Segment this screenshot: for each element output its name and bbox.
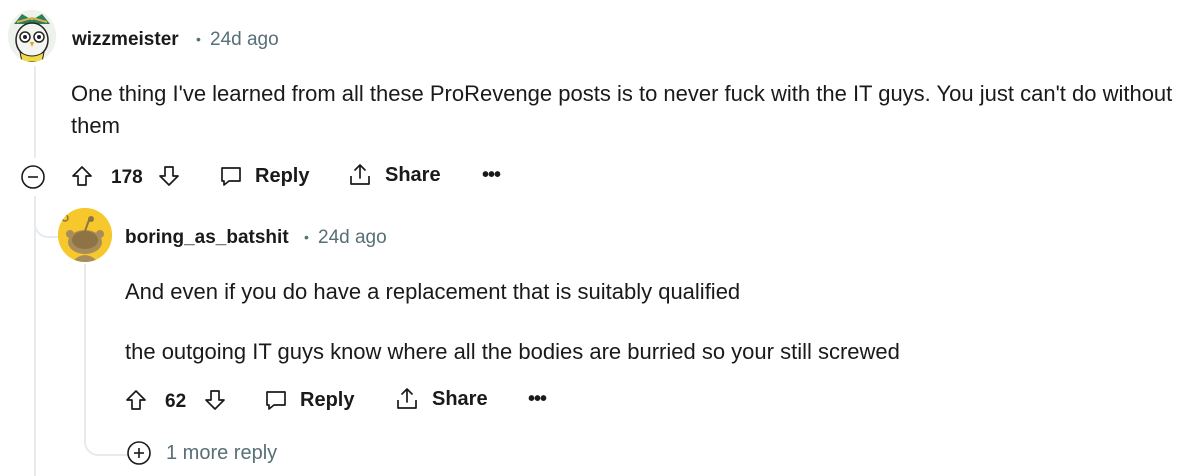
share-label: Share — [432, 387, 488, 410]
share-icon — [347, 162, 373, 188]
thread-connector-reply — [84, 420, 128, 456]
thread-connector — [34, 196, 60, 238]
share-button[interactable]: Share — [347, 162, 441, 188]
downvote-button[interactable] — [203, 388, 227, 412]
reply-label: Reply — [255, 164, 310, 187]
more-replies-button[interactable]: 1 more reply — [126, 440, 277, 466]
comment-paragraph: One thing I've learned from all these Pr… — [71, 81, 1173, 138]
share-icon — [394, 386, 420, 412]
downvote-arrow-icon — [157, 164, 181, 188]
comment-paragraph: the outgoing IT guys know where all the … — [125, 339, 900, 364]
reply-label: Reply — [300, 388, 355, 411]
overflow-menu-button[interactable]: ••• — [482, 164, 501, 187]
comment-timestamp[interactable]: 24d ago — [318, 227, 387, 249]
meta-separator: • — [304, 229, 309, 245]
share-label: Share — [385, 163, 441, 186]
more-replies-label: 1 more reply — [166, 441, 278, 464]
snoo-avatar-icon[interactable] — [58, 208, 112, 262]
thread-line-reply[interactable] — [84, 264, 86, 432]
thread-line[interactable] — [34, 66, 36, 158]
comment-bubble-icon — [218, 163, 244, 189]
share-button[interactable]: Share — [394, 386, 488, 412]
minus-circle-icon — [21, 165, 45, 189]
upvote-button[interactable] — [70, 164, 94, 188]
downvote-arrow-icon — [203, 388, 227, 412]
comment-body: One thing I've learned from all these Pr… — [71, 78, 1181, 142]
collapse-thread-button[interactable] — [20, 164, 46, 190]
owl-avatar-icon[interactable] — [8, 10, 56, 62]
comment-timestamp[interactable]: 24d ago — [210, 29, 279, 51]
reply-button[interactable]: Reply — [263, 387, 354, 413]
upvote-button[interactable] — [124, 388, 148, 412]
reply-button[interactable]: Reply — [218, 163, 309, 189]
upvote-arrow-icon — [124, 388, 148, 412]
comment-bubble-icon — [263, 387, 289, 413]
comment-author[interactable]: wizzmeister — [72, 29, 179, 51]
vote-score: 62 — [165, 391, 187, 412]
upvote-arrow-icon — [70, 164, 94, 188]
overflow-menu-button[interactable]: ••• — [528, 388, 547, 411]
vote-score: 178 — [111, 167, 143, 188]
comment-author[interactable]: boring_as_batshit — [125, 227, 289, 249]
plus-circle-icon — [126, 440, 152, 466]
comment-body: And even if you do have a replacement th… — [125, 276, 1175, 368]
thread-line[interactable] — [34, 196, 36, 476]
meta-separator: • — [196, 31, 201, 47]
comment-paragraph: And even if you do have a replacement th… — [125, 279, 741, 304]
downvote-button[interactable] — [157, 164, 181, 188]
